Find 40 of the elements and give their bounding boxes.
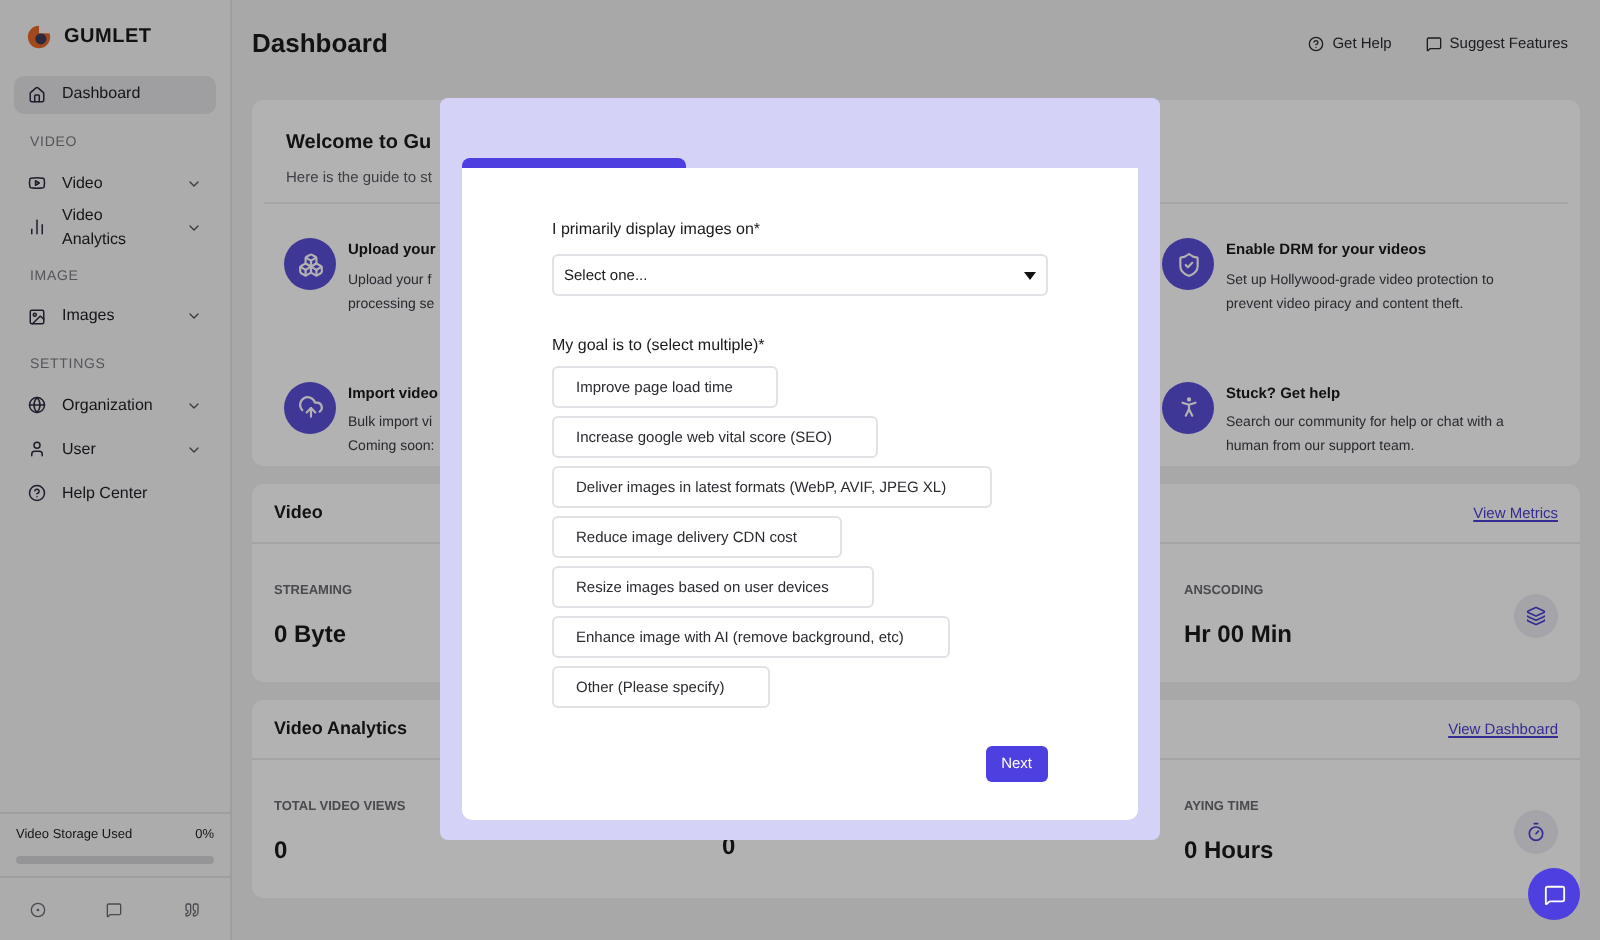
sidebar-item[interactable]: Video <box>14 164 216 202</box>
sidebar-item[interactable]: Dashboard <box>14 75 216 113</box>
quote-icon[interactable] <box>183 901 200 917</box>
globe-icon <box>28 396 46 414</box>
card-title: Video <box>274 499 323 526</box>
community-icon[interactable] <box>30 901 47 917</box>
chat-icon[interactable] <box>106 901 123 917</box>
cubes-icon <box>284 238 336 291</box>
sidebar-item[interactable]: Help Center <box>14 474 216 512</box>
stat-value: 0 Hours <box>1184 833 1274 867</box>
chart-icon <box>28 218 46 236</box>
field-label: My goal is to (select multiple)* <box>552 334 767 358</box>
page-title: Dashboard <box>252 26 388 63</box>
user-icon <box>28 440 46 458</box>
stat-value: Hr 00 Min <box>1184 617 1293 652</box>
logo-icon <box>26 24 52 50</box>
welcome-title: Welcome to Gu <box>286 130 434 158</box>
layers-icon <box>1514 594 1558 639</box>
chat-icon <box>1543 883 1565 905</box>
image-icon <box>28 307 46 325</box>
chat-launcher[interactable] <box>1528 868 1580 920</box>
help-icon <box>28 484 46 502</box>
help-icon <box>1308 36 1325 52</box>
field-label: I primarily display images on* <box>552 218 763 242</box>
sidebar-item[interactable]: User <box>14 430 216 468</box>
person-icon <box>1162 381 1214 433</box>
timer-icon <box>1514 810 1558 855</box>
sidebar-item[interactable]: Video Analytics <box>14 208 216 246</box>
cloud-upload-icon <box>284 381 336 433</box>
logo-text: GUMLET <box>64 24 152 52</box>
dropdown-caret-icon <box>1024 271 1036 279</box>
video-icon <box>28 174 46 192</box>
sidebar-item[interactable]: Organization <box>14 386 216 424</box>
card-title: Video Analytics <box>274 715 408 742</box>
sidebar-item[interactable]: Images <box>14 297 216 335</box>
stat-value: 0 Byte <box>274 617 349 652</box>
stat-value: 0 <box>274 833 290 867</box>
chat-icon <box>1425 36 1442 52</box>
home-icon <box>28 85 46 103</box>
shield-icon <box>1162 238 1214 291</box>
